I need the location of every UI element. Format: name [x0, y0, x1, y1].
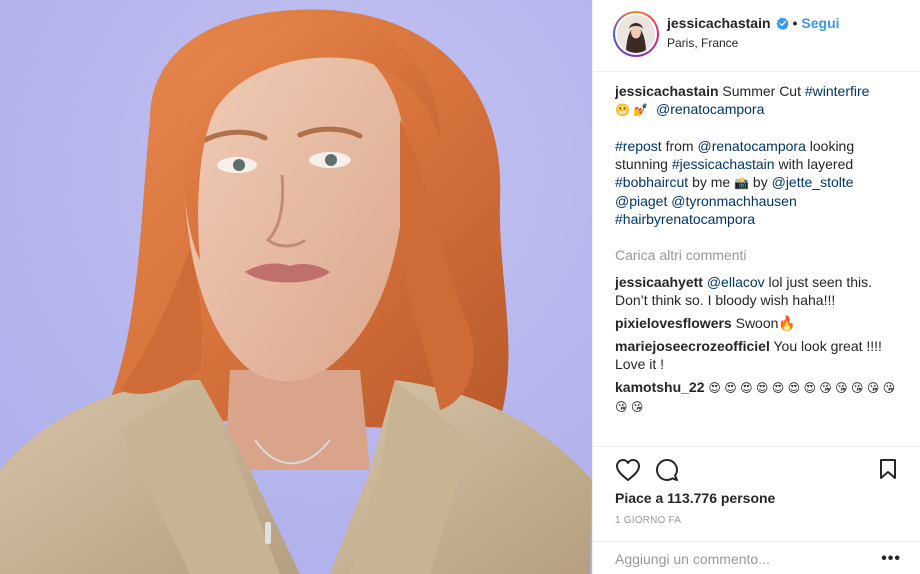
load-more-comments-button[interactable]: Carica altri commenti [615, 246, 905, 264]
hashtag-link[interactable]: #repost [615, 138, 662, 154]
caption-text: from [665, 138, 694, 154]
caption-text: by [752, 174, 768, 190]
post-photo[interactable] [0, 0, 592, 574]
header-separator: • [792, 15, 798, 31]
caption-text: Summer Cut [722, 83, 801, 99]
caption-second-paragraph: #repost from @renatocampora looking stun… [615, 137, 905, 228]
mention-link[interactable]: @tyronmachhausen [671, 193, 797, 209]
bookmark-icon[interactable] [879, 458, 897, 480]
heart-icon[interactable] [615, 458, 641, 482]
hashtag-link[interactable]: #jessicachastain [672, 156, 775, 172]
likes-count[interactable]: Piace a 113.776 persone [615, 490, 775, 506]
post-side-panel: jessicachastain • Segui Paris, France je… [592, 0, 920, 574]
mention-link[interactable]: @ellacov [707, 274, 765, 290]
post-location[interactable]: Paris, France [667, 36, 738, 50]
post-caption: jessicachastain Summer Cut #winterfire 😬… [615, 82, 905, 228]
comment-bubble-icon[interactable] [655, 458, 679, 482]
follow-button[interactable]: Segui [801, 15, 839, 31]
hashtag-link[interactable]: #winterfire [805, 83, 870, 99]
caption-username[interactable]: jessicachastain [615, 83, 719, 99]
comment-item: mariejoseecrozeofficiel You look great !… [615, 337, 905, 373]
comment-item: pixielovesflowers Swoon🔥 [615, 314, 905, 332]
comment-item: jessicaahyett @ellacov lol just seen thi… [615, 273, 905, 309]
verified-badge-icon [775, 16, 789, 30]
caption-text: with layered [778, 156, 854, 172]
comments-area[interactable]: jessicachastain Summer Cut #winterfire 😬… [615, 82, 905, 442]
camera-emoji: 📸 [734, 176, 750, 190]
hashtag-link[interactable]: #bobhaircut [615, 174, 688, 190]
post-username[interactable]: jessicachastain [667, 15, 771, 31]
caption-first-paragraph: jessicachastain Summer Cut #winterfire 😬… [615, 82, 905, 119]
comment-username[interactable]: pixielovesflowers [615, 315, 732, 331]
portrait-illustration [0, 0, 592, 574]
post-actions: Piace a 113.776 persone 1 GIORNO FA ••• [593, 446, 920, 574]
mention-link[interactable]: @piaget [615, 193, 667, 209]
hashtag-link[interactable]: #hairbyrenatocampora [615, 211, 755, 227]
avatar[interactable] [613, 11, 659, 57]
comment-text: Swoon🔥 [735, 315, 796, 331]
mention-link[interactable]: @jette_stolte [772, 174, 854, 190]
mention-link[interactable]: @renatocampora [656, 101, 764, 117]
post-header: jessicachastain • Segui Paris, France [593, 0, 920, 72]
caption-emojis: 😬 💅 [615, 103, 649, 117]
comment-item: kamotshu_22 😍 😍 😍 😍 😍 😍 😍 😘 😘 😘 😘 😘 😘 😘 [615, 378, 905, 416]
comment-input[interactable] [615, 549, 855, 569]
add-comment-bar: ••• [593, 541, 920, 574]
post-timestamp[interactable]: 1 GIORNO FA [615, 515, 681, 526]
mention-link[interactable]: @renatocampora [697, 138, 805, 154]
more-options-button[interactable]: ••• [881, 550, 901, 568]
caption-text: by me [692, 174, 731, 190]
comment-username[interactable]: mariejoseecrozeofficiel [615, 338, 770, 354]
comment-username[interactable]: kamotshu_22 [615, 379, 704, 395]
comment-username[interactable]: jessicaahyett [615, 274, 703, 290]
avatar-image [617, 15, 655, 53]
